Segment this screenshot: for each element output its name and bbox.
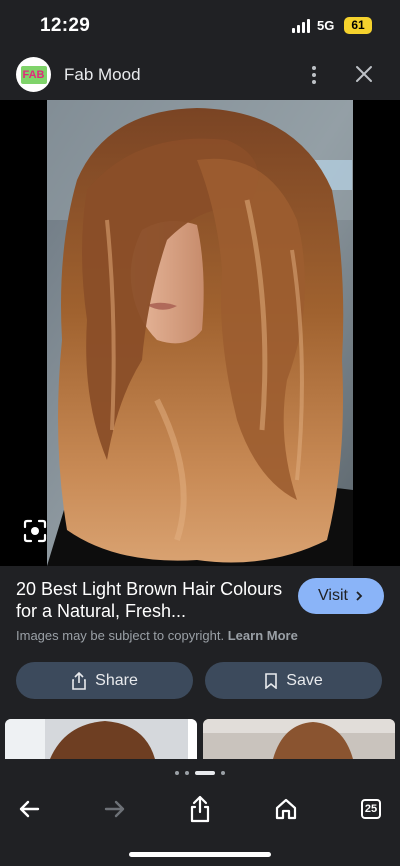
bookmark-icon [265, 672, 278, 689]
image-viewer[interactable] [0, 100, 400, 566]
battery-icon: 61 [344, 17, 372, 34]
lens-icon[interactable] [22, 518, 48, 544]
learn-more-link[interactable]: Learn More [228, 628, 298, 643]
copyright-notice: Images may be subject to copyright. Lear… [16, 628, 298, 643]
source-title[interactable]: Fab Mood [64, 65, 141, 85]
save-label: Save [286, 671, 323, 689]
copyright-text: Images may be subject to copyright. [16, 628, 225, 643]
visit-button[interactable]: Visit [298, 578, 384, 614]
related-image[interactable] [203, 719, 395, 759]
site-logo-text: FAB [20, 65, 47, 84]
share-icon[interactable] [185, 794, 215, 824]
save-button[interactable]: Save [205, 662, 382, 699]
site-logo[interactable]: FAB [16, 57, 51, 92]
back-arrow-icon[interactable] [14, 794, 44, 824]
more-vert-icon[interactable] [304, 62, 324, 88]
share-button[interactable]: Share [16, 662, 193, 699]
tabs-count: 25 [361, 799, 381, 819]
share-icon [72, 671, 86, 690]
forward-arrow-icon[interactable] [100, 794, 130, 824]
status-time: 12:29 [40, 15, 91, 36]
tabs-button[interactable]: 25 [356, 794, 386, 824]
share-label: Share [95, 671, 138, 689]
home-icon[interactable] [271, 794, 301, 824]
close-icon[interactable] [352, 62, 376, 86]
hair-photo[interactable] [47, 100, 353, 566]
home-indicator[interactable] [129, 852, 271, 857]
signal-icon [292, 19, 312, 33]
network-label: 5G [317, 18, 335, 33]
related-images [0, 719, 400, 759]
status-bar: 12:29 5G 61 [0, 0, 400, 50]
page-indicator [175, 769, 229, 777]
battery-level: 61 [351, 18, 365, 32]
result-title[interactable]: 20 Best Light Brown Hair Colours for a N… [16, 578, 286, 622]
related-image[interactable] [5, 719, 197, 759]
visit-label: Visit [318, 587, 348, 604]
chevron-right-icon [356, 591, 363, 601]
source-header: FAB Fab Mood [0, 50, 400, 100]
